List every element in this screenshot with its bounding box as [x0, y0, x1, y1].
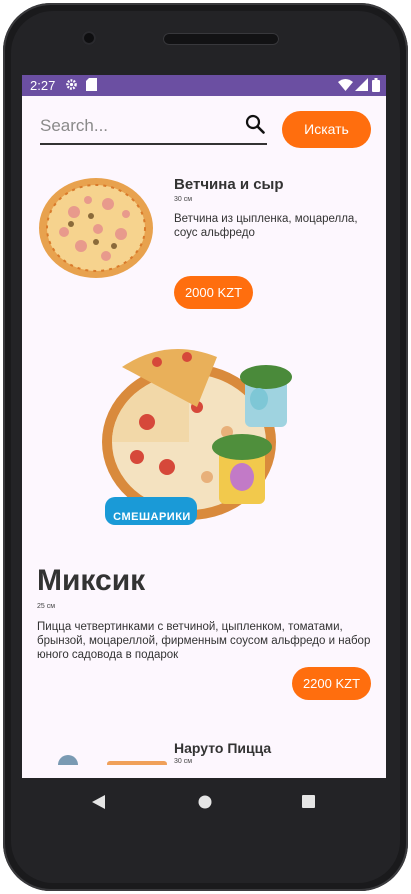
product-description: Ветчина из цыпленка, моцарелла, соус аль… — [174, 213, 358, 239]
signal-icon — [355, 78, 368, 94]
product-name: Ветчина и сыр — [174, 176, 284, 193]
pizza-image — [39, 178, 153, 278]
gear-icon — [65, 78, 78, 94]
product-size: 25 см — [37, 603, 56, 610]
back-icon[interactable] — [92, 795, 106, 814]
product-name: Миксик — [37, 564, 146, 597]
search-icon[interactable] — [245, 114, 265, 134]
product-size: 30 см — [174, 196, 193, 203]
product-description: Пицца четвертинками с ветчиной, цыпленко… — [37, 621, 371, 661]
app-screen: 2:27 Искать — [22, 75, 386, 778]
sd-card-icon — [86, 78, 97, 94]
status-time: 2:27 — [30, 78, 56, 93]
price-button[interactable]: 2000 KZT — [174, 276, 253, 309]
home-icon[interactable] — [198, 795, 212, 814]
status-bar: 2:27 — [22, 75, 386, 96]
search-field[interactable] — [40, 111, 267, 145]
search-input[interactable] — [40, 115, 240, 137]
price-button[interactable]: 2200 KZT — [292, 667, 371, 700]
pizza-image — [58, 755, 167, 765]
brand-logo-text: СМЕШАРИКИ — [113, 511, 191, 523]
front-camera — [82, 31, 96, 45]
system-nav-bar — [0, 778, 411, 828]
product-size: 30 см — [174, 758, 193, 765]
battery-icon — [372, 78, 380, 95]
wifi-icon — [338, 78, 353, 94]
product-name: Наруто Пицца — [174, 740, 272, 756]
search-button[interactable]: Искать — [282, 111, 371, 148]
recents-icon[interactable] — [302, 795, 315, 813]
earpiece-speaker — [163, 33, 279, 45]
